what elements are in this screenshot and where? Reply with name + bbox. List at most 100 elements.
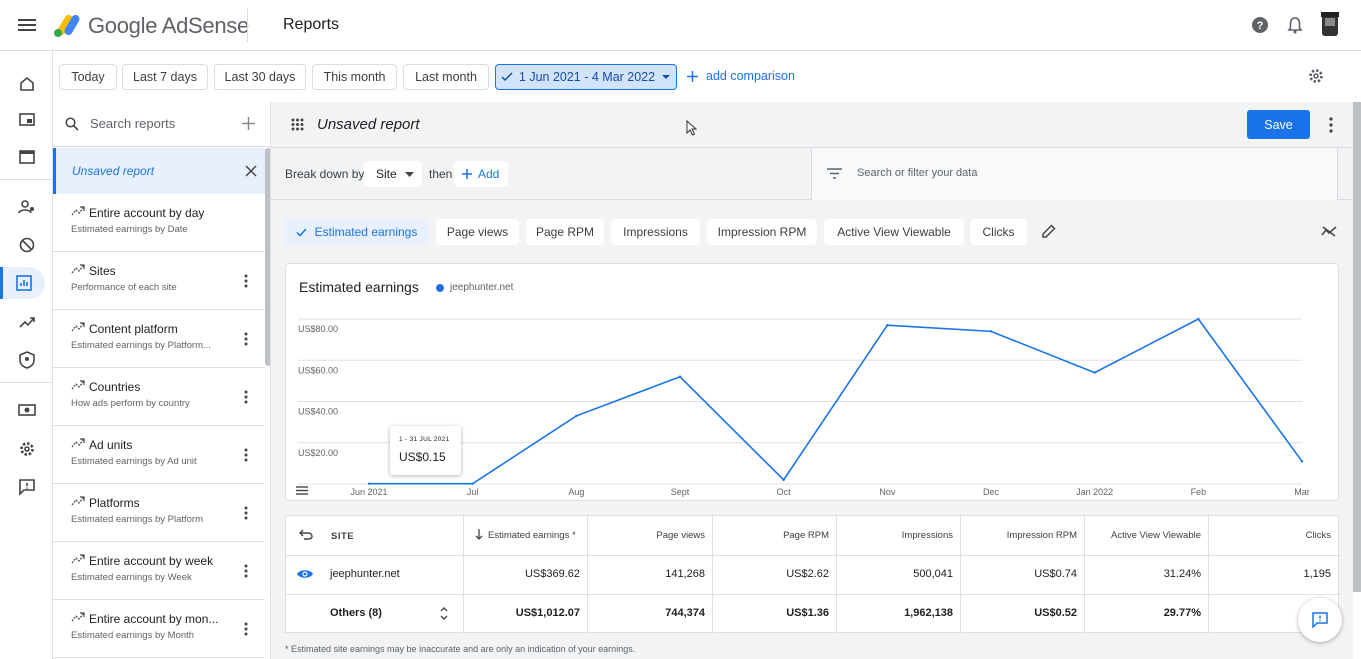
saved-report-title: Entire account by day: [89, 206, 205, 220]
table-header-clicks[interactable]: Clicks: [1306, 530, 1331, 541]
saved-report-subtitle: Estimated earnings by Platform...: [71, 340, 211, 351]
more-vert-icon[interactable]: [243, 390, 249, 404]
blocking-controls-icon[interactable]: [8, 229, 46, 261]
table-cell-site[interactable]: Others (8): [330, 607, 382, 619]
data-point[interactable]: [678, 375, 682, 378]
saved-report-item[interactable]: Content platform Estimated earnings by Pl…: [53, 310, 265, 368]
date-chip-last-30-days[interactable]: Last 30 days: [214, 64, 306, 90]
home-icon[interactable]: [8, 68, 46, 100]
more-vert-icon[interactable]: [243, 448, 249, 462]
search-reports-input[interactable]: Search reports: [53, 102, 270, 147]
trend-icon: [71, 554, 85, 564]
add-comparison-button[interactable]: add comparison: [687, 69, 795, 83]
data-point[interactable]: [886, 323, 889, 327]
visibility-eye-icon[interactable]: [296, 568, 314, 580]
more-vert-icon[interactable]: [1329, 117, 1333, 133]
save-button[interactable]: Save: [1247, 110, 1310, 139]
ads-icon[interactable]: [8, 103, 46, 135]
report-settings-gear-icon[interactable]: [1307, 67, 1325, 85]
feedback-icon[interactable]: [8, 471, 46, 503]
saved-report-title: Sites: [89, 264, 116, 278]
date-chip-last-month[interactable]: Last month: [403, 64, 489, 90]
divider: [587, 516, 588, 634]
more-vert-icon[interactable]: [243, 622, 249, 636]
table-header-page-rpm[interactable]: Page RPM: [783, 530, 829, 541]
metric-chip-impression-rpm[interactable]: Impression RPM: [707, 219, 817, 245]
divider: [286, 555, 1340, 556]
date-chip-this-month[interactable]: This month: [312, 64, 397, 90]
unsaved-report-item[interactable]: Unsaved report: [53, 148, 265, 194]
saved-report-title: Countries: [89, 380, 141, 394]
more-vert-icon[interactable]: [243, 564, 249, 578]
table-header-impression-rpm[interactable]: Impression RPM: [1007, 530, 1077, 541]
table-header-estimated-earnings[interactable]: Estimated earnings *: [488, 530, 576, 541]
search-reports-placeholder: Search reports: [90, 116, 176, 131]
more-vert-icon[interactable]: [243, 274, 249, 288]
hamburger-menu-icon[interactable]: [16, 16, 38, 36]
y-tick-label: US$20.00: [298, 448, 338, 458]
data-point[interactable]: [989, 330, 993, 333]
data-point[interactable]: [1093, 371, 1096, 374]
data-point[interactable]: [471, 482, 474, 485]
saved-report-item[interactable]: Entire account by mon... Estimated earnin…: [53, 600, 265, 658]
date-range-picker[interactable]: 1 Jun 2021 - 4 Mar 2022: [495, 64, 677, 90]
saved-report-item[interactable]: Ad units Estimated earnings by Ad unit: [53, 426, 265, 484]
data-point[interactable]: [575, 414, 578, 418]
payments-icon[interactable]: [8, 394, 46, 426]
breakdown-dimension-select[interactable]: Site: [364, 161, 422, 187]
filter-input[interactable]: Search or filter your data: [811, 148, 1338, 200]
optimization-icon[interactable]: [8, 306, 46, 338]
expand-collapse-icon[interactable]: [440, 607, 448, 620]
main-scrollbar[interactable]: [1353, 102, 1361, 592]
close-icon[interactable]: [245, 165, 257, 177]
hide-chart-icon[interactable]: [1321, 225, 1337, 237]
mouse-cursor-icon: [686, 120, 698, 136]
table-header-active-view-viewable[interactable]: Active View Viewable: [1111, 530, 1201, 541]
privacy-messaging-icon[interactable]: [8, 344, 46, 376]
divider: [960, 516, 961, 634]
metric-chip-clicks[interactable]: Clicks: [970, 219, 1027, 245]
new-report-plus-icon[interactable]: [242, 117, 255, 130]
report-name[interactable]: Unsaved report: [317, 116, 420, 133]
saved-report-item[interactable]: Sites Performance of each site: [53, 252, 265, 310]
metric-chip-page-rpm[interactable]: Page RPM: [526, 219, 604, 245]
account-icon[interactable]: [8, 191, 46, 223]
metric-chip-impressions[interactable]: Impressions: [611, 219, 700, 245]
notifications-bell-icon[interactable]: [1285, 15, 1305, 35]
metric-chip-active-view-viewable[interactable]: Active View Viewable: [824, 219, 964, 245]
saved-report-title: Ad units: [89, 438, 133, 452]
divider: [286, 594, 1340, 595]
breakdown-label: Break down by: [285, 167, 365, 181]
user-avatar[interactable]: [1319, 12, 1341, 38]
chart-table-toggle-icon[interactable]: [296, 486, 308, 495]
saved-report-item[interactable]: Countries How ads perform by country: [53, 368, 265, 426]
undo-icon[interactable]: [299, 529, 313, 540]
help-icon[interactable]: ?: [1250, 15, 1270, 35]
saved-report-item[interactable]: Platforms Estimated earnings by Platform: [53, 484, 265, 542]
reports-icon[interactable]: [0, 267, 45, 299]
sites-icon[interactable]: [8, 141, 46, 173]
table-cell-site[interactable]: jeephunter.net: [330, 568, 400, 580]
add-dimension-button[interactable]: Add: [454, 161, 508, 187]
y-tick-label: US$40.00: [298, 407, 338, 417]
date-chip-today[interactable]: Today: [59, 64, 117, 90]
data-point[interactable]: [1300, 460, 1304, 463]
metric-chip-page-views[interactable]: Page views: [436, 219, 519, 245]
check-icon: [296, 227, 307, 237]
saved-report-item[interactable]: Entire account by day Estimated earnings …: [53, 194, 265, 252]
table-header-page-views[interactable]: Page views: [656, 530, 705, 541]
more-vert-icon[interactable]: [243, 332, 249, 346]
settings-icon[interactable]: [8, 433, 46, 465]
saved-report-item[interactable]: Entire account by week Estimated earnings…: [53, 542, 265, 600]
more-vert-icon[interactable]: [243, 506, 249, 520]
edit-metrics-pencil-icon[interactable]: [1042, 224, 1056, 238]
metric-chip-estimated-earnings[interactable]: Estimated earnings: [285, 219, 428, 245]
apps-grid-icon[interactable]: [291, 118, 304, 131]
feedback-fab[interactable]: [1298, 598, 1342, 642]
data-point[interactable]: [1197, 317, 1200, 321]
data-point[interactable]: [367, 482, 371, 485]
table-header-impressions[interactable]: Impressions: [902, 530, 953, 541]
table-header-site[interactable]: SITE: [331, 531, 354, 542]
data-point[interactable]: [782, 478, 785, 482]
date-chip-last-7-days[interactable]: Last 7 days: [122, 64, 208, 90]
